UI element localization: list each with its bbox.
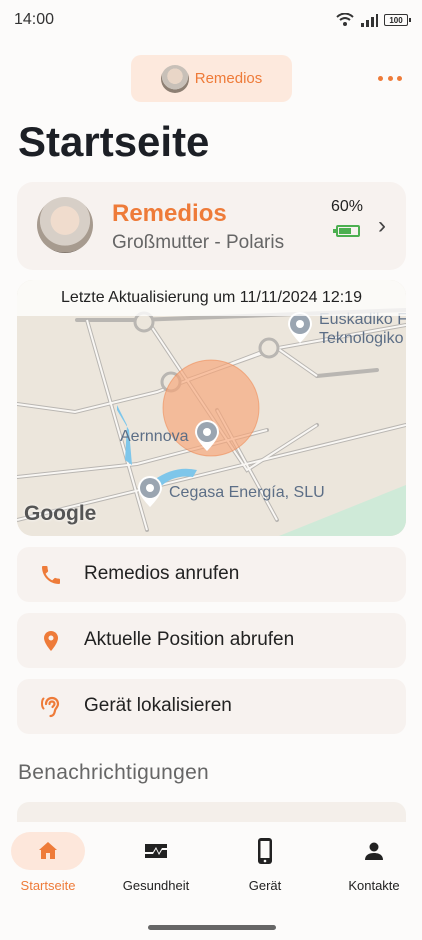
bottom-navigation: Startseite Gesundheit Gerät Kontakte [0, 822, 422, 940]
get-position-button-label: Aktuelle Position abrufen [84, 629, 295, 650]
battery-icon [333, 225, 360, 237]
locate-device-button[interactable]: Gerät lokalisieren [17, 679, 406, 734]
nav-item-contacts[interactable]: Kontakte [326, 832, 422, 908]
map-label: Teknologiko [319, 330, 404, 347]
profile-switcher[interactable]: Remedios [131, 55, 292, 102]
signal-icon [361, 14, 378, 27]
notification-card[interactable] [17, 802, 406, 822]
call-button[interactable]: Remedios anrufen [17, 547, 406, 602]
status-icons: 100 [336, 13, 411, 27]
nav-label-health: Gesundheit [122, 878, 190, 893]
phone-icon [42, 566, 60, 584]
profile-switcher-label: Remedios [194, 70, 263, 87]
more-icon-dot [387, 75, 393, 81]
contact-icon [365, 842, 383, 860]
more-icon-dot [397, 75, 402, 81]
status-time: 14:00 [14, 11, 55, 28]
ear-icon [41, 696, 60, 718]
location-pin-icon [44, 631, 58, 651]
locate-device-button-label: Gerät lokalisieren [84, 695, 232, 716]
battery-percentage: 60% [331, 198, 364, 215]
map-marker-icon[interactable] [194, 420, 220, 452]
map-marker-icon[interactable] [287, 312, 313, 344]
status-bar: 14:00 100 [0, 0, 422, 40]
wifi-icon [336, 13, 354, 26]
nav-item-home[interactable]: Startseite [0, 832, 96, 908]
page-title: Startseite [18, 118, 210, 165]
home-icon [39, 842, 57, 859]
location-map[interactable]: Euskadiko F Teknologiko Aernnova Cegasa … [17, 280, 406, 536]
device-icon [258, 838, 272, 864]
get-position-button[interactable]: Aktuelle Position abrufen [17, 613, 406, 668]
nav-icon-container [337, 832, 411, 870]
nav-item-device[interactable]: Gerät [217, 832, 313, 908]
notifications-heading: Benachrichtigungen [18, 761, 210, 784]
map-label: Aernnova [120, 428, 189, 445]
avatar [37, 197, 93, 253]
person-card[interactable]: Remedios Großmutter - Polaris 60% › [17, 182, 406, 270]
nav-icon-container [228, 832, 302, 870]
nav-icon-container [11, 832, 85, 870]
nav-label-home: Startseite [20, 878, 76, 893]
last-update-label: Letzte Aktualisierung um 11/11/2024 12:1… [17, 280, 406, 316]
health-icon [145, 844, 167, 858]
nav-item-health[interactable]: Gesundheit [108, 832, 204, 908]
home-indicator[interactable] [148, 925, 276, 930]
nav-label-contacts: Kontakte [348, 878, 400, 893]
status-battery: 100 [384, 14, 411, 26]
nav-icon-container [119, 832, 193, 870]
google-logo: Google [24, 502, 97, 525]
person-role: Großmutter - Polaris [112, 232, 285, 253]
avatar [160, 64, 189, 93]
more-icon-dot [378, 75, 383, 81]
call-button-label: Remedios anrufen [84, 563, 240, 584]
more-options-button[interactable] [378, 70, 402, 86]
person-name: Remedios [112, 200, 227, 227]
map-marker-icon[interactable] [137, 476, 163, 508]
map-label: Cegasa Energía, SLU [169, 484, 325, 501]
chevron-right-icon: › [378, 212, 386, 239]
nav-label-device: Gerät [248, 878, 282, 893]
